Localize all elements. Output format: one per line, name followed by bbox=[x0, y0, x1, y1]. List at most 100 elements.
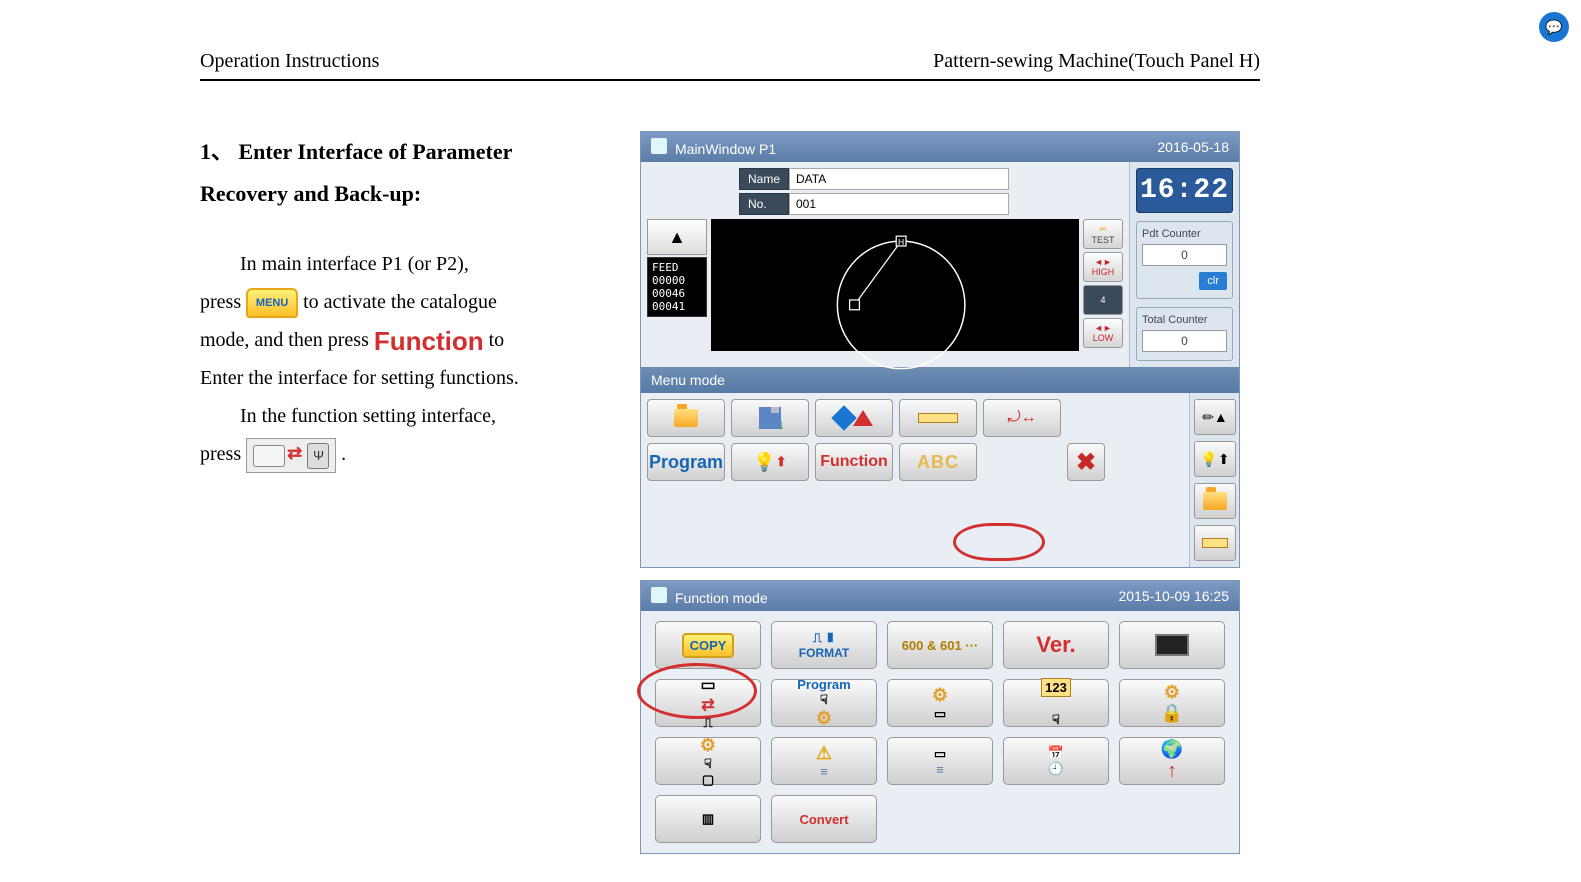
shortcut-column: ✏▲ 💡⬆ bbox=[1189, 393, 1239, 567]
clear-counter-button[interactable]: clr bbox=[1199, 272, 1227, 290]
total-counter-label: Total Counter bbox=[1142, 314, 1227, 326]
para-4: Enter the interface for setting function… bbox=[200, 359, 600, 397]
close-icon: ✖ bbox=[1076, 448, 1096, 477]
usb-transfer-button[interactable]: ▭⇄⎍ bbox=[655, 679, 761, 727]
date-time-button[interactable]: 📅🕘 bbox=[1003, 737, 1109, 785]
update-button[interactable]: 🌍↑ bbox=[1119, 737, 1225, 785]
no-label: No. bbox=[739, 193, 789, 215]
pdt-counter-label: Pdt Counter bbox=[1142, 228, 1227, 240]
assistant-bubble-icon[interactable]: 💬 bbox=[1539, 12, 1569, 42]
window-titlebar: Function mode 2015-10-09 16:25 bbox=[641, 581, 1239, 611]
convert-button[interactable]: Convert bbox=[771, 795, 877, 843]
document-header: Operation Instructions Pattern-sewing Ma… bbox=[200, 50, 1260, 81]
feed-label: FEED bbox=[652, 261, 702, 274]
save-button[interactable]: ↓ bbox=[731, 399, 809, 437]
gear-icon: ⚙ bbox=[932, 685, 948, 706]
instruction-text: 1、 Enter Interface of Parameter Recovery… bbox=[200, 131, 600, 866]
lock-icon: 🔒 bbox=[1161, 703, 1183, 724]
para-5: In the function setting interface, bbox=[200, 397, 600, 435]
right-panel: 16:22 Pdt Counter 0 clr Total Counter 0 bbox=[1129, 162, 1239, 367]
feed-row: 00041 bbox=[652, 300, 702, 313]
test-button[interactable]: ✂TEST bbox=[1083, 219, 1123, 249]
ruler-icon bbox=[1202, 538, 1228, 548]
unknown-button[interactable]: ▥ bbox=[655, 795, 761, 843]
close-button[interactable]: ✖ bbox=[1067, 443, 1105, 481]
feed-row: 00000 bbox=[652, 274, 702, 287]
doc-header-left: Operation Instructions bbox=[200, 50, 379, 73]
counter-badge: 123 bbox=[1041, 678, 1071, 697]
pdt-counter-value[interactable]: 0 bbox=[1142, 244, 1227, 266]
app-icon bbox=[651, 587, 667, 603]
hints-button[interactable]: 💡 ⬆ bbox=[731, 443, 809, 481]
ruler-erase-button[interactable] bbox=[899, 399, 977, 437]
pattern-circle-icon: H bbox=[711, 219, 1079, 381]
gear-icon: ⚙ bbox=[700, 735, 716, 756]
screenshot-main-window: MainWindow P1 2016-05-18 Name DATA No. bbox=[640, 131, 1240, 568]
copy-button[interactable]: COPY bbox=[655, 621, 761, 669]
shortcut-ruler[interactable] bbox=[1194, 525, 1236, 561]
function-button[interactable]: Function bbox=[815, 443, 893, 481]
machine-list-button[interactable]: ▭ ≡ bbox=[887, 737, 993, 785]
para-6: press . bbox=[200, 435, 600, 473]
window-date: 2016-05-18 bbox=[1157, 139, 1229, 155]
warning-list-button[interactable]: ⚠≡ bbox=[771, 737, 877, 785]
hand-icon: ☟ bbox=[704, 756, 712, 772]
pattern-stage[interactable]: H bbox=[711, 219, 1079, 351]
window-datetime: 2015-10-09 16:25 bbox=[1118, 588, 1229, 604]
para-3: mode, and then press Function to bbox=[200, 321, 600, 359]
floppy-disk-icon: ↓ bbox=[759, 407, 781, 429]
feed-row: 00046 bbox=[652, 287, 702, 300]
speed-low-button[interactable]: ◄►LOW bbox=[1083, 318, 1123, 348]
window-title: MainWindow P1 bbox=[675, 141, 776, 157]
para-1: In main interface P1 (or P2), bbox=[200, 245, 600, 283]
screen-button[interactable] bbox=[1119, 621, 1225, 669]
machine-icon: ▭ bbox=[700, 675, 715, 695]
name-field[interactable]: DATA bbox=[789, 168, 1009, 190]
program-settings-button[interactable]: Program☟⚙ bbox=[771, 679, 877, 727]
format-button[interactable]: ⎍ ▮FORMAT bbox=[771, 621, 877, 669]
speed-high-button[interactable]: ◄►HIGH bbox=[1083, 252, 1123, 282]
screenshot-function-mode: Function mode 2015-10-09 16:25 COPY ⎍ ▮F… bbox=[640, 580, 1240, 854]
clock-display: 16:22 bbox=[1136, 168, 1233, 213]
para-2: press MENU to activate the catalogue bbox=[200, 283, 600, 321]
touch-settings-button[interactable]: ⚙☟▢ bbox=[655, 737, 761, 785]
total-counter-box: Total Counter 0 bbox=[1136, 307, 1233, 361]
transform-button[interactable]: ⤾↔ bbox=[983, 399, 1061, 437]
calendar-icon: 📅 bbox=[1048, 745, 1064, 761]
usb-transfer-inline-icon bbox=[246, 438, 336, 473]
version-button[interactable]: Ver. bbox=[1003, 621, 1109, 669]
pattern-600-601-button[interactable]: 600 & 601 ··· bbox=[887, 621, 993, 669]
open-file-button[interactable] bbox=[647, 399, 725, 437]
clock-icon: 🕘 bbox=[1048, 761, 1064, 777]
machine-settings-button[interactable]: ⚙▭ bbox=[887, 679, 993, 727]
transform-arrows-icon: ⤾↔ bbox=[1007, 409, 1036, 427]
counter-settings-button[interactable]: 123 ☟ bbox=[1003, 679, 1109, 727]
globe-icon: 🌍 bbox=[1161, 739, 1183, 760]
ruler-icon bbox=[918, 413, 958, 423]
folder-icon bbox=[1203, 492, 1227, 510]
lock-settings-button[interactable]: ⚙🔒 bbox=[1119, 679, 1225, 727]
monitor-icon bbox=[1155, 634, 1189, 656]
doc-header-right: Pattern-sewing Machine(Touch Panel H) bbox=[933, 50, 1260, 73]
edit-shape-button[interactable] bbox=[815, 399, 893, 437]
shortcut-open[interactable] bbox=[1194, 483, 1236, 519]
usb-icon: ⎍ bbox=[703, 715, 712, 731]
program-button[interactable]: Program bbox=[647, 443, 725, 481]
abc-button[interactable]: ABC bbox=[899, 443, 977, 481]
bulb-icon: 💡 bbox=[753, 452, 775, 473]
function-button-inline: Function bbox=[374, 326, 484, 357]
speed-mid-button[interactable]: 4 bbox=[1083, 285, 1123, 315]
section-heading: 1、 Enter Interface of Parameter Recovery… bbox=[200, 131, 600, 215]
shortcut-hints[interactable]: 💡⬆ bbox=[1194, 441, 1236, 477]
feed-up-button[interactable]: ▲ bbox=[647, 219, 707, 255]
usb-chip-icon: ⎍ ▮ bbox=[813, 630, 836, 646]
pdt-counter-box: Pdt Counter 0 clr bbox=[1136, 221, 1233, 299]
total-counter-value[interactable]: 0 bbox=[1142, 330, 1227, 352]
document-page: Operation Instructions Pattern-sewing Ma… bbox=[200, 50, 1260, 866]
copy-badge: COPY bbox=[682, 633, 735, 658]
no-field[interactable]: 001 bbox=[789, 193, 1009, 215]
window-titlebar: MainWindow P1 2016-05-18 bbox=[641, 132, 1239, 162]
hand-icon: ☟ bbox=[1052, 712, 1060, 728]
svg-text:H: H bbox=[898, 237, 904, 247]
shortcut-edit[interactable]: ✏▲ bbox=[1194, 399, 1236, 435]
